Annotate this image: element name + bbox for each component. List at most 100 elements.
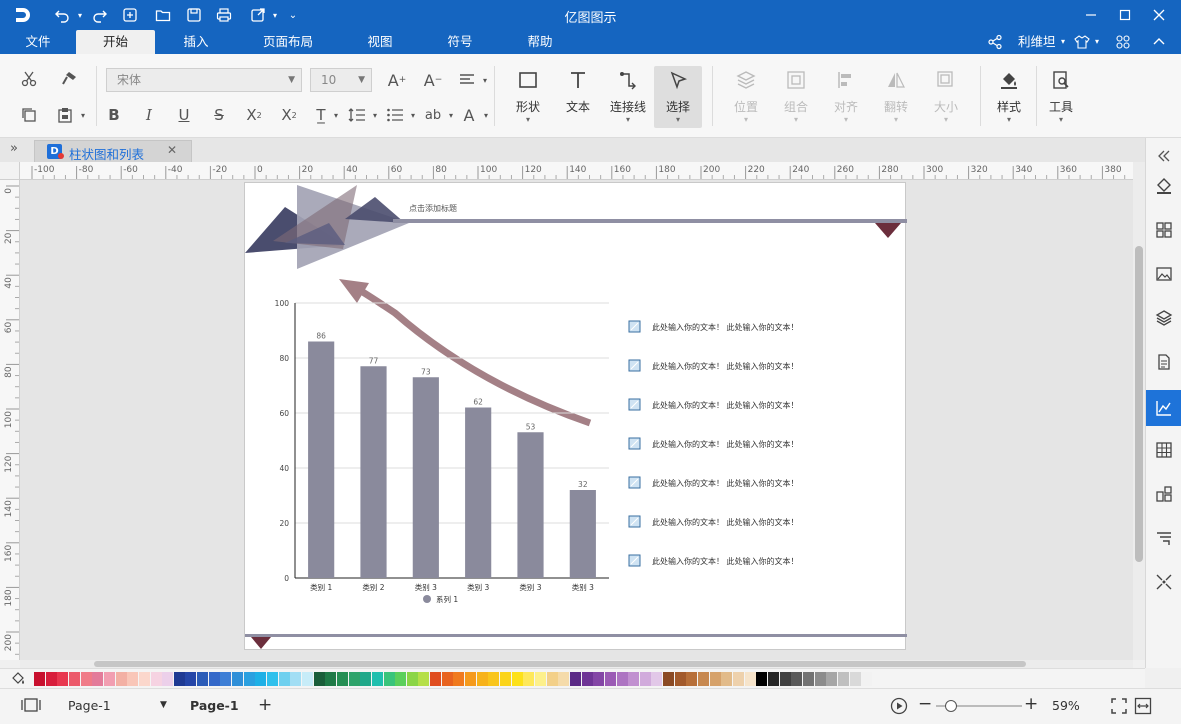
color-swatch[interactable] (814, 672, 826, 686)
fit-width-icon[interactable] (1134, 697, 1152, 718)
color-swatch[interactable] (500, 672, 511, 686)
color-swatch[interactable] (802, 672, 814, 686)
color-swatch[interactable] (604, 672, 616, 686)
menu-symbol[interactable]: 符号 (434, 30, 486, 54)
color-swatch[interactable] (360, 672, 372, 686)
list-item[interactable]: 此处输入你的文本！ 此处输入你的文本！ (628, 437, 799, 450)
color-swatch[interactable] (756, 672, 768, 686)
color-swatch[interactable] (441, 672, 453, 686)
color-swatch[interactable] (558, 672, 570, 686)
color-swatch[interactable] (511, 672, 523, 686)
zoom-level[interactable]: 59% (1052, 698, 1080, 713)
color-swatch[interactable] (267, 672, 278, 686)
color-swatch[interactable] (826, 672, 838, 686)
align-dropdown-icon[interactable]: ▾ (474, 69, 496, 91)
color-swatch[interactable] (45, 672, 57, 686)
color-swatch[interactable] (546, 672, 558, 686)
color-swatch[interactable] (406, 672, 418, 686)
color-swatch[interactable] (861, 672, 873, 686)
color-swatch[interactable] (418, 672, 430, 686)
text-list[interactable]: 此处输入你的文本！ 此处输入你的文本！ 此处输入你的文本！ 此处输入你的文本！ 此处… (628, 320, 799, 567)
color-swatch[interactable] (255, 672, 267, 686)
color-swatch[interactable] (453, 672, 465, 686)
color-swatch[interactable] (278, 672, 290, 686)
fill-icon[interactable] (1152, 174, 1176, 198)
list-item[interactable]: 此处输入你的文本！ 此处输入你的文本！ (628, 398, 799, 411)
bar-chart[interactable]: 0 20 40 60 80 100 86 类别 1 77 类别 2 73 类别 3 62 类别 3 53 类别… (275, 299, 609, 604)
horizontal-scrollbar[interactable] (20, 660, 1133, 668)
chart-bar[interactable] (360, 366, 387, 578)
color-swatch[interactable] (686, 672, 698, 686)
color-swatch[interactable] (698, 672, 710, 686)
curved-arrow[interactable] (349, 281, 592, 427)
chart-bar[interactable] (465, 407, 492, 579)
color-swatch[interactable] (837, 672, 849, 686)
menu-file[interactable]: 文件 (12, 30, 64, 54)
color-swatch[interactable] (709, 672, 721, 686)
color-swatch[interactable] (80, 672, 92, 686)
color-swatch[interactable] (57, 672, 69, 686)
italic-icon[interactable]: I (138, 104, 160, 126)
bullets-dropdown-icon[interactable]: ▾ (402, 104, 424, 126)
color-swatch[interactable] (138, 672, 150, 686)
close-tab-icon[interactable]: ✕ (167, 143, 177, 157)
superscript-icon[interactable]: X2 (243, 104, 265, 126)
chart-bar[interactable] (308, 341, 335, 579)
color-swatch[interactable] (173, 672, 185, 686)
minimize-icon[interactable] (1080, 4, 1102, 26)
menu-insert[interactable]: 插入 (170, 30, 222, 54)
line-spacing-dropdown-icon[interactable]: ▾ (364, 104, 386, 126)
color-swatch[interactable] (301, 672, 313, 686)
close-icon[interactable] (1148, 4, 1170, 26)
zoom-slider-handle[interactable] (945, 700, 957, 712)
text-button[interactable]: 文本 (554, 66, 602, 128)
color-swatch[interactable] (523, 672, 535, 686)
color-swatch[interactable] (395, 672, 407, 686)
color-swatch[interactable] (651, 672, 663, 686)
strikethrough-icon[interactable]: S (208, 104, 230, 126)
group-button[interactable]: 组合 ▾ (772, 66, 820, 128)
color-swatch[interactable] (430, 672, 442, 686)
maximize-icon[interactable] (1114, 4, 1136, 26)
expand-panel-icon[interactable]: » (10, 141, 18, 156)
document-tab[interactable]: D 柱状图和列表 ✕ (34, 140, 192, 162)
chart-bar[interactable] (412, 377, 439, 578)
color-swatch[interactable] (185, 672, 197, 686)
color-swatch[interactable] (674, 672, 686, 686)
color-swatch[interactable] (569, 672, 581, 686)
chart-bar[interactable] (569, 490, 596, 578)
color-swatch[interactable] (127, 672, 139, 686)
chart-data-icon[interactable] (1146, 390, 1181, 426)
color-swatch[interactable] (639, 672, 651, 686)
position-button[interactable]: 位置 ▾ (722, 66, 770, 128)
color-swatch[interactable] (721, 672, 733, 686)
color-swatch[interactable] (744, 672, 756, 686)
cut-icon[interactable] (18, 68, 40, 90)
color-swatch[interactable] (791, 672, 803, 686)
increase-font-icon[interactable]: A + (386, 69, 408, 91)
user-dropdown-icon[interactable]: ▾ (1061, 30, 1065, 54)
connector-button[interactable]: 连接线 ▾ (604, 66, 652, 128)
color-swatch[interactable] (290, 672, 302, 686)
font-size-select[interactable]: 10 ▼ (310, 68, 372, 92)
color-swatch[interactable] (628, 672, 640, 686)
list-item[interactable]: 此处输入你的文本！ 此处输入你的文本！ (628, 476, 799, 489)
theme-dropdown-icon[interactable]: ▾ (1095, 30, 1099, 54)
decrease-font-icon[interactable]: A − (422, 69, 444, 91)
color-swatch[interactable] (103, 672, 115, 686)
color-swatch[interactable] (767, 672, 779, 686)
chart-legend[interactable]: 系列 1 (423, 594, 458, 604)
share-icon[interactable] (987, 30, 1003, 54)
collapse-ribbon-icon[interactable] (1152, 30, 1166, 54)
vertical-ruler[interactable]: 0 20 40 60 80 100 120 140 160 180 200 (0, 180, 20, 660)
color-swatch[interactable] (534, 672, 546, 686)
color-swatch[interactable] (663, 672, 675, 686)
color-swatch[interactable] (383, 672, 395, 686)
user-name[interactable]: 利维坦 (1018, 30, 1056, 54)
color-swatch[interactable] (162, 672, 174, 686)
page-properties-icon[interactable] (1152, 350, 1176, 374)
text-case-dropdown-icon[interactable]: ▾ (325, 104, 347, 126)
organization-icon[interactable] (1152, 482, 1176, 506)
color-swatch[interactable] (115, 672, 127, 686)
tools-button[interactable]: 工具 ▾ (1037, 66, 1085, 128)
